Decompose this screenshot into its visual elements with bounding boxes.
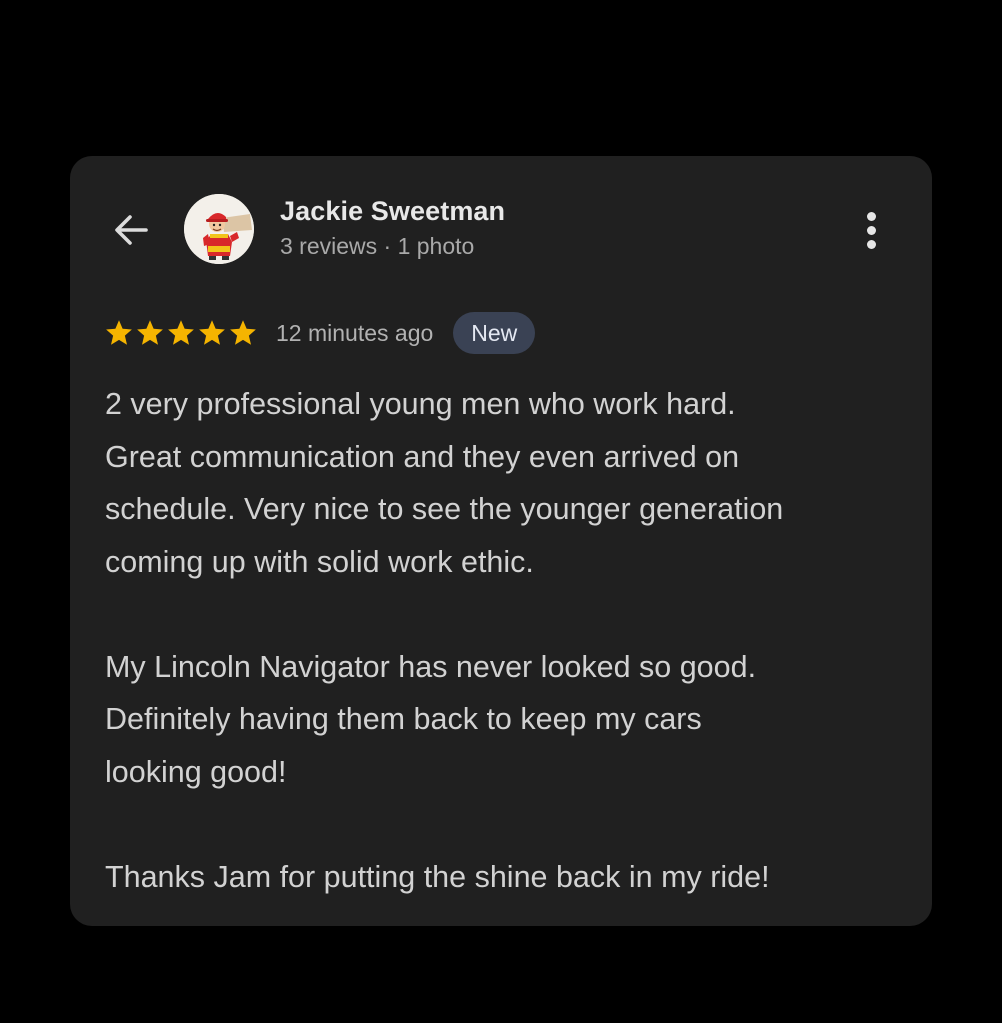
- review-paragraph: Thanks Jam for putting the shine back in…: [105, 859, 770, 894]
- review-text: 2 very professional young men who work h…: [105, 378, 915, 903]
- star-icon: [168, 320, 194, 345]
- back-button[interactable]: [108, 210, 154, 250]
- star-icon: [106, 320, 132, 345]
- more-vert-icon: [866, 211, 876, 221]
- star-icon: [230, 320, 256, 345]
- author-meta: 3 reviews · 1 photo: [280, 233, 475, 259]
- review-timestamp: 12 minutes ago: [276, 319, 434, 346]
- new-badge: New: [453, 312, 536, 354]
- review-paragraph: 2 very professional young men who work h…: [105, 387, 784, 579]
- star-icon: [137, 320, 163, 345]
- more-options-button[interactable]: [854, 206, 888, 254]
- author-name[interactable]: Jackie Sweetman: [280, 196, 505, 227]
- review-paragraph: My Lincoln Navigator has never looked so…: [105, 649, 757, 789]
- rating-row: 12 minutes ago New: [104, 312, 536, 354]
- star-rating: [104, 318, 258, 348]
- cartoon-mechanic-avatar-icon: [184, 194, 254, 264]
- review-card: Jackie Sweetman 3 reviews · 1 photo 12 m…: [70, 156, 932, 926]
- avatar[interactable]: [184, 194, 254, 264]
- star-icon: [199, 320, 225, 345]
- arrow-left-icon: [115, 215, 148, 245]
